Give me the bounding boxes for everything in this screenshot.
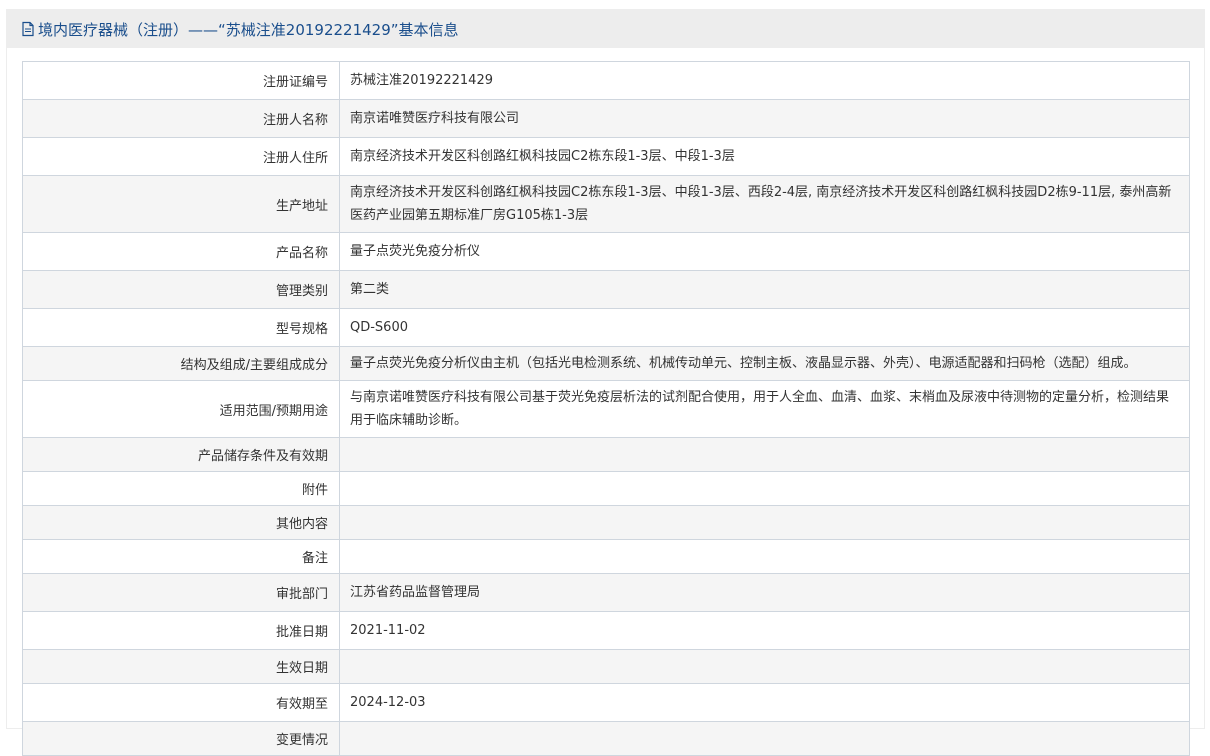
table-row: 生产地址 南京经济技术开发区科创路红枫科技园C2栋东段1-3层、中段1-3层、西… (23, 176, 1189, 233)
row-label: 产品储存条件及有效期 (23, 438, 340, 471)
table-row: 注册人名称 南京诺唯赞医疗科技有限公司 (23, 100, 1189, 138)
row-label: 产品名称 (23, 233, 340, 270)
table-row: 备注 (23, 540, 1189, 574)
table-row: 产品储存条件及有效期 (23, 438, 1189, 472)
row-label: 变更情况 (23, 722, 340, 755)
row-value: QD-S600 (350, 320, 408, 335)
row-label: 审批部门 (23, 574, 340, 611)
row-value: 与南京诺唯赞医疗科技有限公司基于荧光免疫层析法的试剂配合使用，用于人全血、血清、… (350, 390, 1170, 428)
page-title: 境内医疗器械（注册）——“苏械注准20192221429”基本信息 (38, 20, 459, 39)
row-value (340, 472, 1189, 505)
row-label: 备注 (23, 540, 340, 573)
row-value: 2024-12-03 (350, 695, 426, 710)
row-value (340, 722, 1189, 755)
row-label: 适用范围/预期用途 (23, 381, 340, 437)
info-table: 注册证编号 苏械注准20192221429 注册人名称 南京诺唯赞医疗科技有限公… (22, 61, 1190, 756)
row-value (340, 650, 1189, 683)
row-value: 南京诺唯赞医疗科技有限公司 (350, 111, 520, 126)
table-row: 有效期至 2024-12-03 (23, 684, 1189, 722)
table-row: 管理类别 第二类 (23, 271, 1189, 309)
table-row: 审批部门 江苏省药品监督管理局 (23, 574, 1189, 612)
row-label: 注册证编号 (23, 62, 340, 99)
row-label: 结构及组成/主要组成成分 (23, 347, 340, 380)
table-row: 产品名称 量子点荧光免疫分析仪 (23, 233, 1189, 271)
table-row: 注册人住所 南京经济技术开发区科创路红枫科技园C2栋东段1-3层、中段1-3层 (23, 138, 1189, 176)
row-label: 生产地址 (23, 176, 340, 232)
document-icon (21, 21, 35, 37)
row-label: 生效日期 (23, 650, 340, 683)
row-value: 第二类 (350, 282, 390, 297)
row-label: 型号规格 (23, 309, 340, 346)
table-row: 型号规格 QD-S600 (23, 309, 1189, 347)
row-label: 注册人住所 (23, 138, 340, 175)
row-value: 量子点荧光免疫分析仪 (350, 244, 481, 259)
detail-panel: 境内医疗器械（注册）——“苏械注准20192221429”基本信息 注册证编号 … (6, 9, 1205, 756)
row-value (340, 540, 1189, 573)
table-row: 生效日期 (23, 650, 1189, 684)
row-label: 其他内容 (23, 506, 340, 539)
panel-header: 境内医疗器械（注册）——“苏械注准20192221429”基本信息 (7, 10, 1204, 48)
table-row: 变更情况 (23, 722, 1189, 756)
row-label: 管理类别 (23, 271, 340, 308)
row-value: 苏械注准20192221429 (350, 73, 493, 88)
table-row: 结构及组成/主要组成成分 量子点荧光免疫分析仪由主机（包括光电检测系统、机械传动… (23, 347, 1189, 381)
row-value (340, 506, 1189, 539)
table-row: 注册证编号 苏械注准20192221429 (23, 62, 1189, 100)
row-value: 量子点荧光免疫分析仪由主机（包括光电检测系统、机械传动单元、控制主板、液晶显示器… (350, 356, 1137, 371)
row-label: 注册人名称 (23, 100, 340, 137)
table-row: 其他内容 (23, 506, 1189, 540)
table-row: 适用范围/预期用途 与南京诺唯赞医疗科技有限公司基于荧光免疫层析法的试剂配合使用… (23, 381, 1189, 438)
row-value: 南京经济技术开发区科创路红枫科技园C2栋东段1-3层、中段1-3层、西段2-4层… (350, 185, 1172, 223)
row-value: 南京经济技术开发区科创路红枫科技园C2栋东段1-3层、中段1-3层 (350, 149, 735, 164)
row-value: 江苏省药品监督管理局 (350, 585, 481, 600)
row-value: 2021-11-02 (350, 623, 426, 638)
row-value (340, 438, 1189, 471)
row-label: 有效期至 (23, 684, 340, 721)
table-row: 批准日期 2021-11-02 (23, 612, 1189, 650)
row-label: 批准日期 (23, 612, 340, 649)
table-row: 附件 (23, 472, 1189, 506)
row-label: 附件 (23, 472, 340, 505)
